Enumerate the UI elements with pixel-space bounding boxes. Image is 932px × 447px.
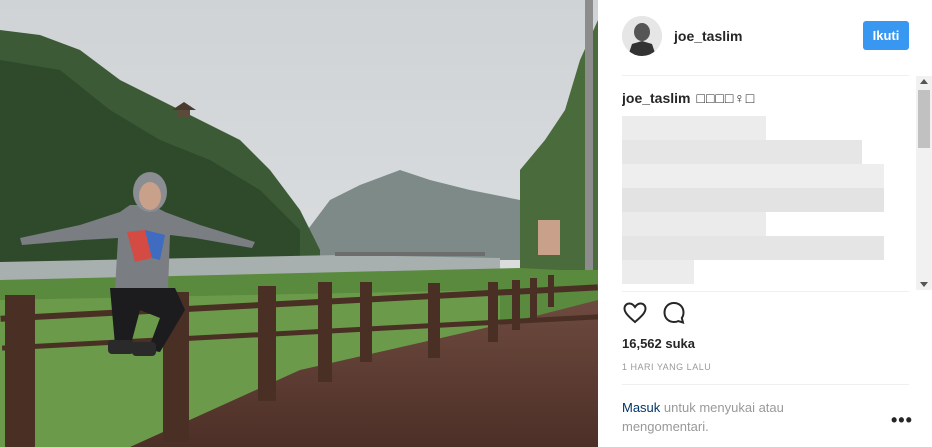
blurred-text-line	[622, 236, 884, 260]
blurred-text-line	[622, 164, 884, 188]
more-options-icon[interactable]: •••	[891, 410, 913, 431]
blurred-text-line	[622, 116, 766, 140]
caption-text: □□□□♀□	[696, 90, 756, 106]
header-username[interactable]: joe_taslim	[674, 28, 742, 44]
scroll-down-icon[interactable]	[920, 282, 928, 287]
post-photo[interactable]	[0, 0, 598, 447]
comment-icon[interactable]	[661, 300, 687, 326]
login-link[interactable]: Masuk	[622, 400, 660, 415]
scrollbar-thumb[interactable]	[918, 90, 930, 148]
caption-username[interactable]: joe_taslim	[622, 90, 690, 106]
login-prompt: Masuk untuk menyukai atau mengomentari.	[622, 398, 862, 436]
blurred-text-line	[622, 140, 862, 164]
caption-scrollbar[interactable]	[916, 76, 932, 290]
scroll-up-icon[interactable]	[920, 79, 928, 84]
heart-icon[interactable]	[622, 300, 648, 326]
caption-area: joe_taslim □□□□♀□	[622, 90, 918, 288]
blurred-text-line	[622, 188, 884, 212]
post-sidebar: joe_taslim Ikuti joe_taslim □□□□♀□ 16,562…	[598, 0, 932, 447]
post-timestamp[interactable]: 1 HARI YANG LALU	[622, 362, 711, 372]
post-header: joe_taslim Ikuti	[598, 0, 932, 75]
header-divider	[622, 75, 909, 76]
blurred-text-line	[622, 212, 766, 236]
like-count[interactable]: 16,562 suka	[622, 336, 695, 351]
blurred-text-line	[622, 260, 694, 284]
actions-divider	[622, 291, 909, 292]
avatar[interactable]	[622, 16, 662, 56]
follow-button[interactable]: Ikuti	[863, 21, 909, 50]
footer-divider	[622, 384, 909, 385]
